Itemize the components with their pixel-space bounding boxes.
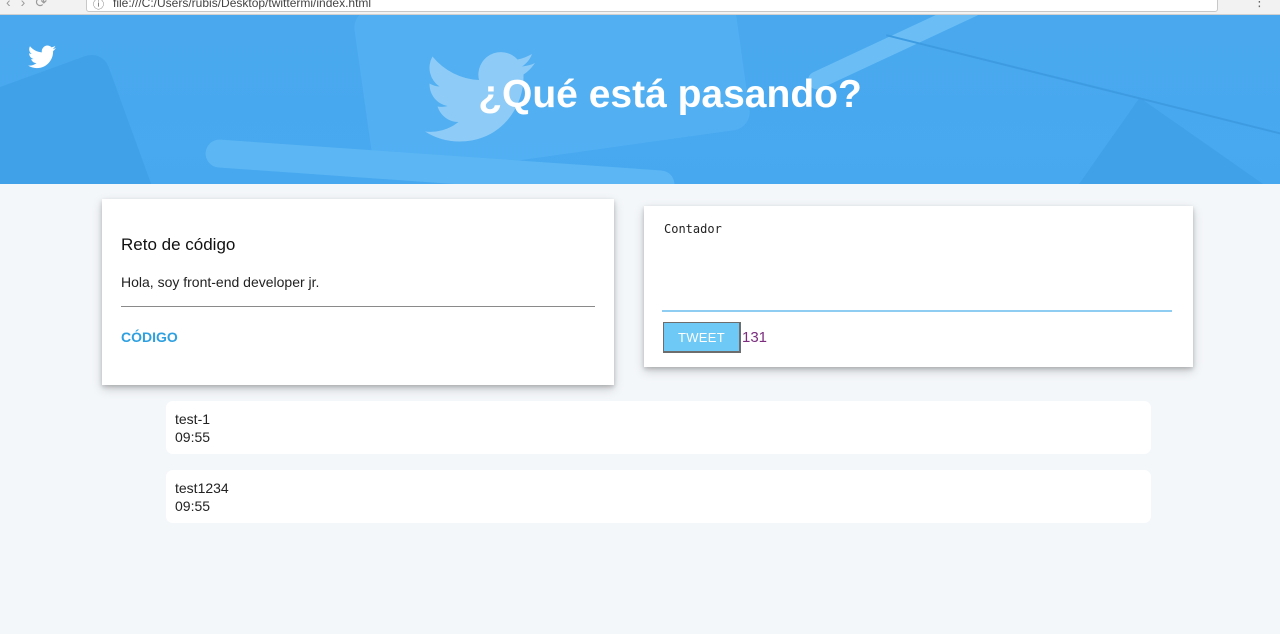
divider [121,306,595,307]
browser-menu-icon[interactable]: ⋮ [1253,0,1266,10]
browser-nav-icons[interactable]: ‹›⟳ [6,0,57,11]
character-counter: 131 [742,329,768,346]
profile-title: Reto de código [121,235,236,254]
tweet-time: 09:55 [175,498,211,514]
address-bar[interactable]: ⓘ file:///C:/Users/rubis/Desktop/twitter… [86,0,1218,12]
profile-card: Reto de código Hola, soy front-end devel… [102,199,614,385]
browser-chrome: ‹›⟳ ⓘ file:///C:/Users/rubis/Desktop/twi… [0,0,1280,15]
twitter-bird-icon[interactable] [28,45,56,69]
tweet-text: test1234 [175,480,229,496]
tweet-item: test1234 09:55 [166,470,1151,523]
tweet-button[interactable]: TWEET [663,322,741,353]
tweet-time: 09:55 [175,429,211,445]
code-link[interactable]: CÓDIGO [121,329,178,345]
page-title: ¿Qué está pasando? [478,73,862,116]
profile-description: Hola, soy front-end developer jr. [121,274,320,290]
info-icon[interactable]: ⓘ [93,0,104,12]
tweet-item: test-1 09:55 [166,401,1151,454]
tweet-text: test-1 [175,411,211,427]
tweet-input[interactable] [662,216,1172,312]
tweet-composer: TWEET 131 [644,206,1193,367]
address-url: file:///C:/Users/rubis/Desktop/twittermi… [113,0,372,10]
header-banner: ¿Qué está pasando? [0,15,1280,184]
